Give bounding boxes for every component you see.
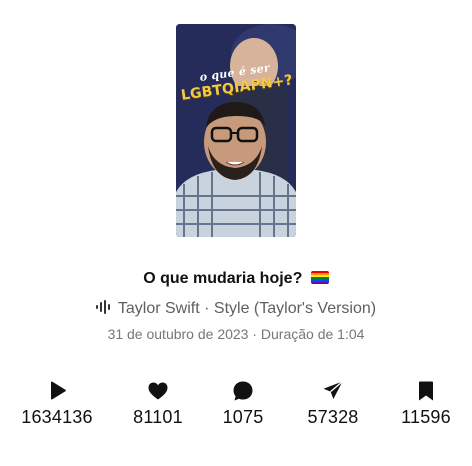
stat-plays-value: 1634136 <box>21 407 93 427</box>
stat-saves-value: 11596 <box>401 407 451 427</box>
stat-shares-value: 57328 <box>307 407 359 427</box>
thumbnail-image <box>176 24 296 237</box>
post-title: O que mudaria hoje? <box>143 270 303 287</box>
stat-saves[interactable]: 11596 <box>381 380 471 428</box>
stat-comments[interactable]: 1075 <box>198 380 288 428</box>
comment-icon <box>233 381 253 401</box>
post-meta: 31 de outubro de 2023 · Duração de 1:04 <box>107 326 365 342</box>
music-label[interactable]: Taylor Swift · Style (Taylor's Version) <box>118 300 376 317</box>
play-icon <box>51 381 66 400</box>
share-icon <box>323 380 343 399</box>
rainbow-flag-icon <box>310 271 329 284</box>
stat-comments-value: 1075 <box>222 407 264 427</box>
music-row[interactable]: Taylor Swift · Style (Taylor's Version) <box>0 300 472 318</box>
sound-wave-icon <box>95 300 110 314</box>
stat-likes-value: 81101 <box>133 407 183 427</box>
stats-bar: 1634136 81101 1075 57328 11596 <box>0 380 472 440</box>
bookmark-icon <box>419 381 433 401</box>
stat-plays[interactable]: 1634136 <box>12 380 102 428</box>
post-title-row: O que mudaria hoje? <box>0 270 472 288</box>
video-thumbnail[interactable]: o que é ser LGBTQIAPN+? <box>176 24 296 237</box>
stat-likes[interactable]: 81101 <box>113 380 203 428</box>
stat-shares[interactable]: 57328 <box>288 380 378 428</box>
heart-icon <box>148 382 168 400</box>
